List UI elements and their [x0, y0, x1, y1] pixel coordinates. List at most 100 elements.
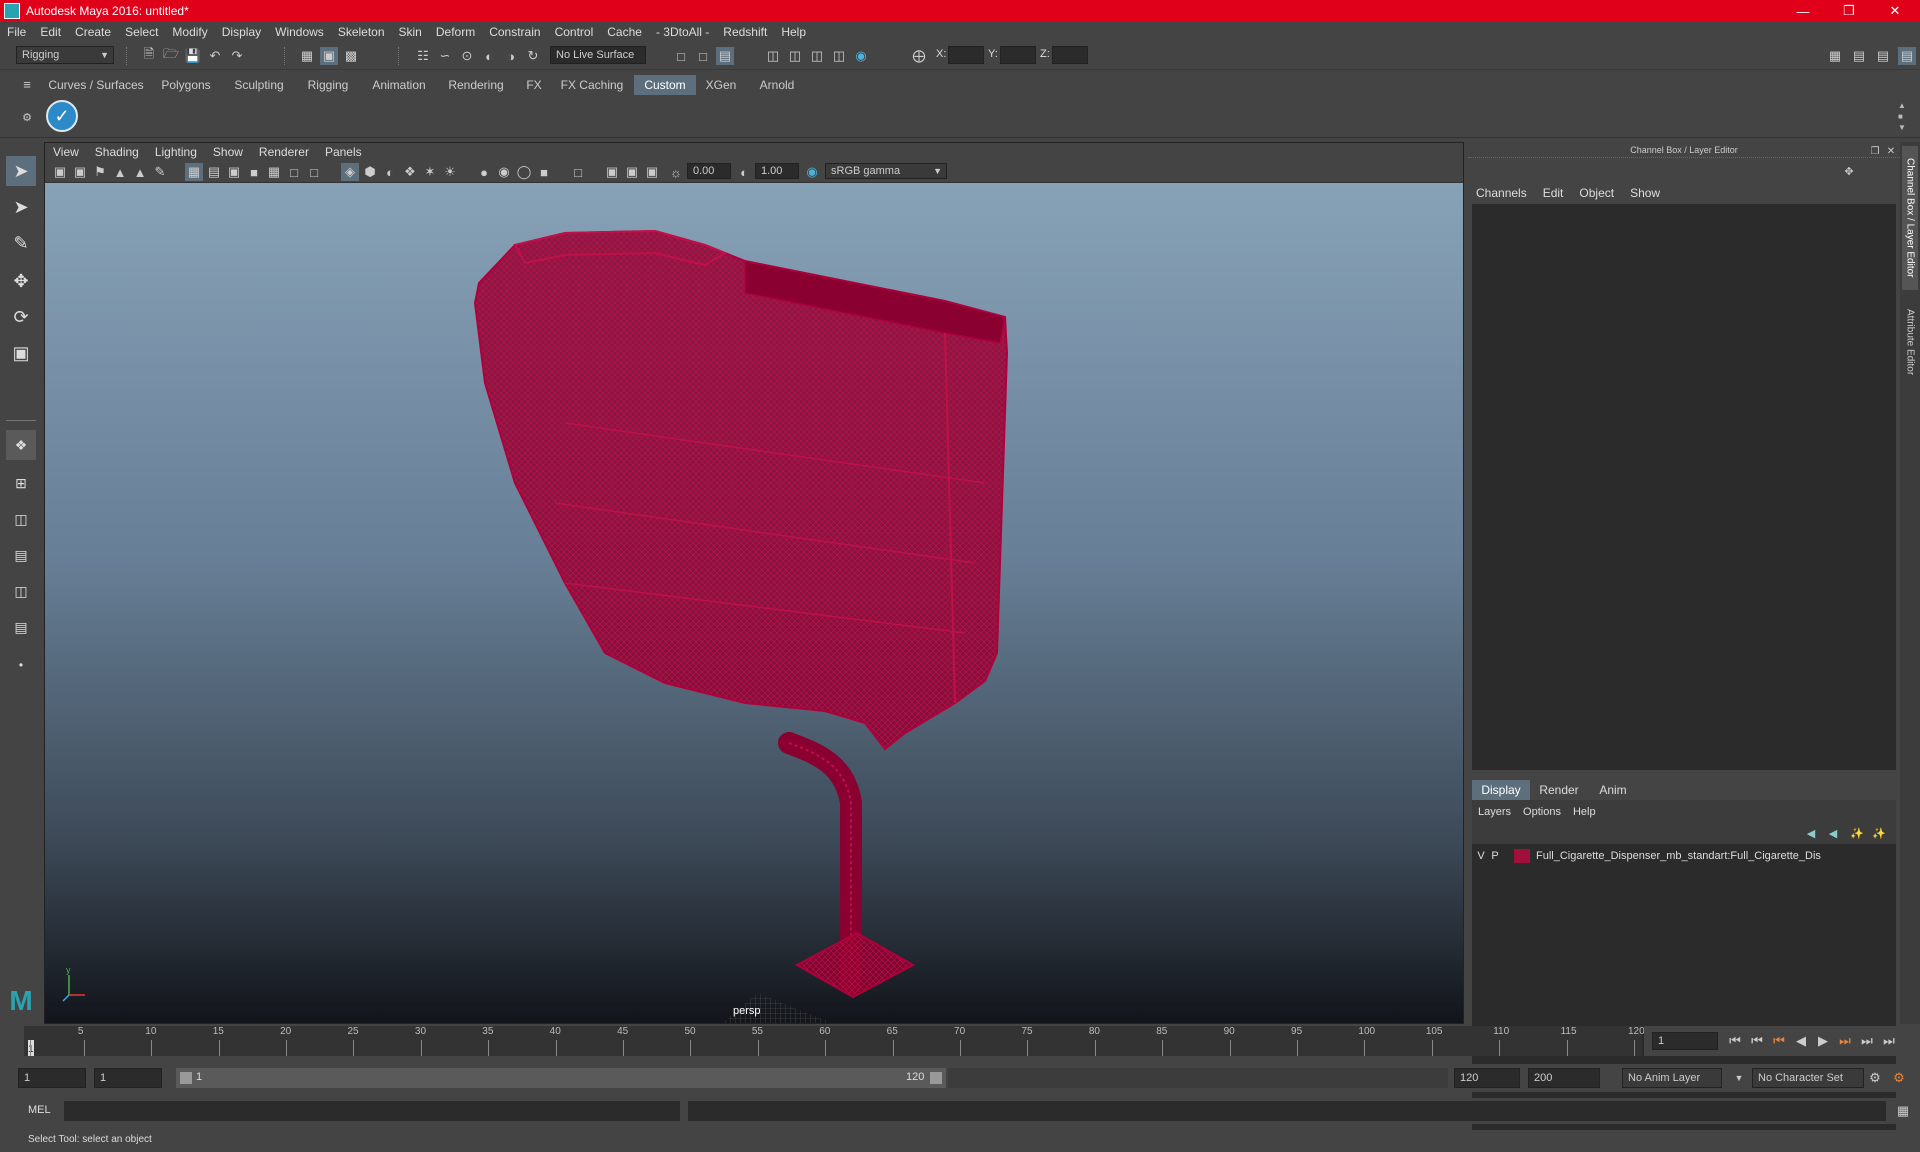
select-tool-icon[interactable]: ➤ — [6, 156, 36, 186]
side-tab-channel-box[interactable]: Channel Box / Layer Editor — [1902, 146, 1918, 290]
safe-action-icon[interactable]: □ — [285, 163, 303, 181]
range-start-handle[interactable] — [180, 1072, 192, 1084]
grid-toggle-icon[interactable]: ▦ — [185, 163, 203, 181]
construction-history-icon[interactable]: ▤ — [716, 47, 734, 65]
menu-control[interactable]: Control — [548, 25, 601, 39]
ambient-occlusion-icon[interactable]: ● — [475, 163, 493, 181]
tab-rigging[interactable]: Rigging — [298, 75, 358, 95]
tab-display[interactable]: Display — [1472, 780, 1530, 800]
menu-3dtoall[interactable]: - 3DtoAll - — [649, 25, 716, 39]
menu-select[interactable]: Select — [118, 25, 165, 39]
gamma-icon[interactable]: ◐ — [735, 163, 753, 181]
exposure-icon[interactable]: ☼ — [667, 163, 685, 181]
layer-menu-help[interactable]: Help — [1573, 806, 1596, 818]
move-tool-icon[interactable]: ✥ — [6, 266, 36, 296]
viewport-menu-renderer[interactable]: Renderer — [251, 145, 317, 159]
tab-arnold[interactable]: Arnold — [746, 75, 808, 95]
undo-icon[interactable]: ↶ — [206, 47, 224, 65]
anti-aliasing-icon[interactable]: ◯ — [515, 163, 533, 181]
menu-set-dropdown[interactable]: Rigging ▼ — [16, 46, 114, 64]
tab-sculpting[interactable]: Sculpting — [226, 75, 292, 95]
minimize-button[interactable]: — — [1780, 0, 1826, 22]
move-layer-down-icon[interactable]: ◀ — [1824, 824, 1842, 842]
play-backwards-icon[interactable]: ◀ — [1792, 1032, 1810, 1050]
y-field[interactable] — [1000, 46, 1036, 64]
select-component-icon[interactable]: ▩ — [342, 47, 360, 65]
attribute-editor-toggle-icon[interactable]: ▤ — [1850, 47, 1868, 65]
restore-button[interactable]: ❐ — [1826, 0, 1872, 22]
close-panel-icon[interactable]: ✕ — [1882, 142, 1900, 160]
range-end-handle[interactable] — [930, 1072, 942, 1084]
viewport-menu-lighting[interactable]: Lighting — [147, 145, 205, 159]
tool-settings-toggle-icon[interactable]: ▤ — [1874, 47, 1892, 65]
range-slider[interactable]: 1 120 — [176, 1068, 946, 1088]
motion-blur-icon[interactable]: ◉ — [495, 163, 513, 181]
render-settings-icon[interactable]: ◫ — [830, 47, 848, 65]
channel-box-toggle-icon[interactable]: ▤ — [1898, 47, 1916, 65]
select-hierarchy-icon[interactable]: ▦ — [298, 47, 316, 65]
tab-render[interactable]: Render — [1530, 780, 1588, 800]
menu-cache[interactable]: Cache — [600, 25, 649, 39]
persp-graph-layout-icon[interactable]: ▤ — [6, 540, 36, 570]
new-scene-icon[interactable]: 🗎 — [140, 46, 158, 65]
menu-display[interactable]: Display — [215, 25, 268, 39]
x-field[interactable] — [948, 46, 984, 64]
xray-icon[interactable]: ▣ — [603, 163, 621, 181]
single-perspective-layout-icon[interactable]: ❖ — [6, 430, 36, 460]
output-ops-icon[interactable]: □ — [694, 47, 712, 65]
chevron-down-icon[interactable]: ▼ — [1730, 1069, 1748, 1087]
viewport-menu-shading[interactable]: Shading — [87, 145, 147, 159]
wireframe-icon[interactable]: ◈ — [341, 163, 359, 181]
select-object-icon[interactable]: ▣ — [320, 47, 338, 65]
layer-color-swatch[interactable] — [1514, 849, 1530, 863]
color-management-icon[interactable]: ◉ — [803, 163, 821, 181]
isolate-select-icon[interactable]: □ — [569, 163, 587, 181]
exposure-field[interactable]: 0.00 — [687, 163, 731, 179]
image-plane-icon[interactable]: ▲ — [111, 163, 129, 181]
paint-select-tool-icon[interactable]: ✎ — [6, 228, 36, 258]
close-button[interactable]: ✕ — [1872, 0, 1918, 22]
tab-polygons[interactable]: Polygons — [152, 75, 220, 95]
textured-icon[interactable]: ❖ — [401, 163, 419, 181]
anim-layer-dropdown[interactable]: No Anim Layer — [1622, 1068, 1722, 1088]
bookmark-icon[interactable]: ⚑ — [91, 163, 109, 181]
menu-modify[interactable]: Modify — [165, 25, 214, 39]
persp-outliner-layout-icon[interactable]: ◫ — [6, 504, 36, 534]
script-editor-icon[interactable]: ▦ — [1894, 1102, 1912, 1120]
redo-icon[interactable]: ↷ — [228, 47, 246, 65]
save-scene-icon[interactable]: 💾 — [184, 47, 202, 65]
viewport-menu-panels[interactable]: Panels — [317, 145, 370, 159]
time-slider[interactable]: 1 51015202530354045505560657075808590951… — [24, 1026, 1645, 1056]
tab-xgen[interactable]: XGen — [702, 75, 740, 95]
menu-windows[interactable]: Windows — [268, 25, 331, 39]
z-field[interactable] — [1052, 46, 1088, 64]
shadows-icon[interactable]: ☀ — [441, 163, 459, 181]
layer-menu-layers[interactable]: Layers — [1478, 806, 1511, 818]
tab-animation[interactable]: Animation — [364, 75, 434, 95]
layer-row[interactable]: V P Full_Cigarette_Dispenser_mb_standart… — [1474, 846, 1894, 866]
playback-end-field[interactable]: 120 — [1454, 1068, 1520, 1088]
step-back-key-icon[interactable]: ⏮ — [1748, 1032, 1766, 1050]
tab-fx[interactable]: FX — [518, 75, 550, 95]
channel-box-menu-channels[interactable]: Channels — [1476, 186, 1527, 200]
command-language-label[interactable]: MEL — [28, 1104, 51, 1116]
playback-start-field[interactable]: 1 — [94, 1068, 162, 1088]
input-ops-icon[interactable]: □ — [672, 47, 690, 65]
command-input[interactable] — [64, 1101, 680, 1121]
film-gate-icon[interactable]: ▤ — [205, 163, 223, 181]
shelf-scroll-arrows-icon[interactable]: ▲ ■ ▼ — [1898, 100, 1906, 133]
menu-deform[interactable]: Deform — [429, 25, 482, 39]
open-scene-icon[interactable]: 🗁 — [162, 46, 180, 65]
layer-visibility-toggle[interactable]: V — [1474, 850, 1488, 862]
hypershade-icon[interactable]: ◉ — [852, 47, 870, 65]
snap-toggle-icon[interactable]: ↻ — [524, 47, 542, 65]
channel-box-menu-edit[interactable]: Edit — [1543, 186, 1564, 200]
tab-rendering[interactable]: Rendering — [440, 75, 512, 95]
render-current-icon[interactable]: ◫ — [786, 47, 804, 65]
scene-end-field[interactable]: 200 — [1528, 1068, 1600, 1088]
character-set-dropdown[interactable]: No Character Set — [1752, 1068, 1864, 1088]
channel-list[interactable] — [1472, 204, 1896, 770]
field-chart-icon[interactable]: ▦ — [265, 163, 283, 181]
animation-preferences-icon[interactable]: ⚙ — [1890, 1069, 1908, 1087]
shelf-menu-icon[interactable]: ≡ — [18, 75, 36, 93]
